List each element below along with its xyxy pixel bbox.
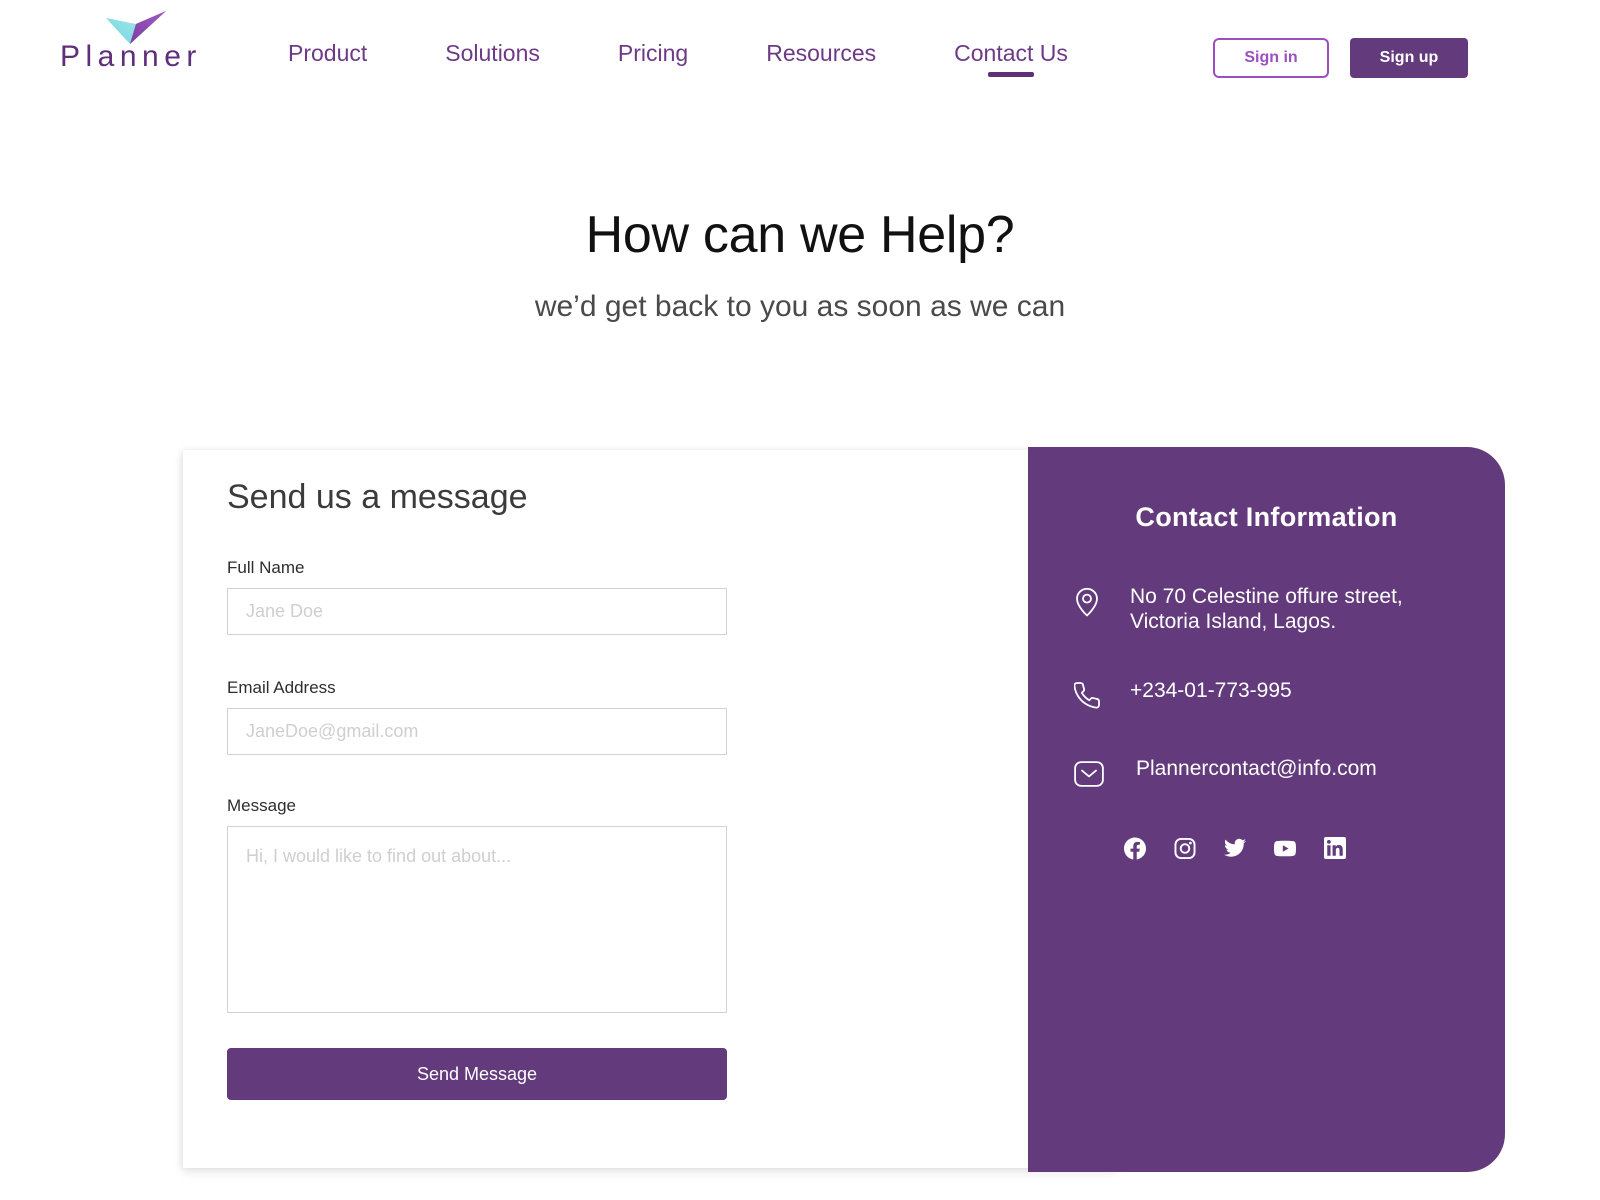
contact-email-text: Plannercontact@info.com [1136, 756, 1377, 780]
field-message: Message [227, 796, 727, 1018]
contact-phone-row: +234-01-773-995 [1074, 679, 1474, 713]
send-message-button[interactable]: Send Message [227, 1048, 727, 1100]
nav-item-product[interactable]: Product [288, 40, 367, 77]
page-subtitle: we’d get back to you as soon as we can [534, 290, 1066, 323]
brand-logo[interactable]: Planner [60, 8, 220, 88]
nav-item-solutions[interactable]: Solutions [445, 40, 540, 77]
message-label: Message [227, 796, 296, 815]
twitter-icon[interactable] [1224, 837, 1246, 859]
sign-in-button[interactable]: Sign in [1213, 38, 1329, 78]
contact-address-row: No 70 Celestine offure street, Victoria … [1074, 585, 1474, 635]
contact-address-text: No 70 Celestine offure street, Victoria … [1130, 585, 1403, 633]
form-heading: Send us a message [227, 478, 528, 516]
contact-email-row: Plannercontact@info.com [1074, 757, 1474, 791]
map-pin-icon [1074, 585, 1114, 619]
field-email-address: Email Address [227, 678, 727, 755]
page-title: How can we Help? [585, 206, 1015, 264]
contact-information-heading: Contact Information [1135, 502, 1398, 532]
instagram-icon[interactable] [1174, 837, 1196, 859]
contact-form-card: Send us a message Full Name Email Addres… [183, 450, 1118, 1168]
sign-up-button[interactable]: Sign up [1350, 38, 1468, 78]
message-textarea[interactable] [227, 826, 727, 1013]
facebook-icon[interactable] [1124, 837, 1146, 859]
contact-phone-text: +234-01-773-995 [1130, 678, 1292, 702]
auth-buttons: Sign in Sign up [1213, 38, 1468, 78]
social-links [1124, 837, 1346, 859]
envelope-icon [1074, 757, 1114, 791]
primary-nav: Product Solutions Pricing Resources Cont… [288, 40, 1068, 77]
brand-wordmark: Planner [60, 40, 202, 73]
email-label: Email Address [227, 678, 336, 697]
full-name-input[interactable] [227, 588, 727, 635]
nav-item-pricing[interactable]: Pricing [618, 40, 688, 77]
contact-information-panel: Contact Information No 70 Celestine offu… [1028, 447, 1505, 1172]
nav-item-contact-us[interactable]: Contact Us [954, 40, 1068, 77]
full-name-label: Full Name [227, 558, 305, 577]
nav-item-resources[interactable]: Resources [766, 40, 876, 77]
contact-details-list: No 70 Celestine offure street, Victoria … [1074, 585, 1474, 835]
linkedin-icon[interactable] [1324, 837, 1346, 859]
youtube-icon[interactable] [1274, 837, 1296, 859]
field-full-name: Full Name [227, 558, 727, 635]
site-header: Planner Product Solutions Pricing Resour… [0, 0, 1600, 112]
phone-icon [1074, 679, 1114, 713]
email-field[interactable] [227, 708, 727, 755]
